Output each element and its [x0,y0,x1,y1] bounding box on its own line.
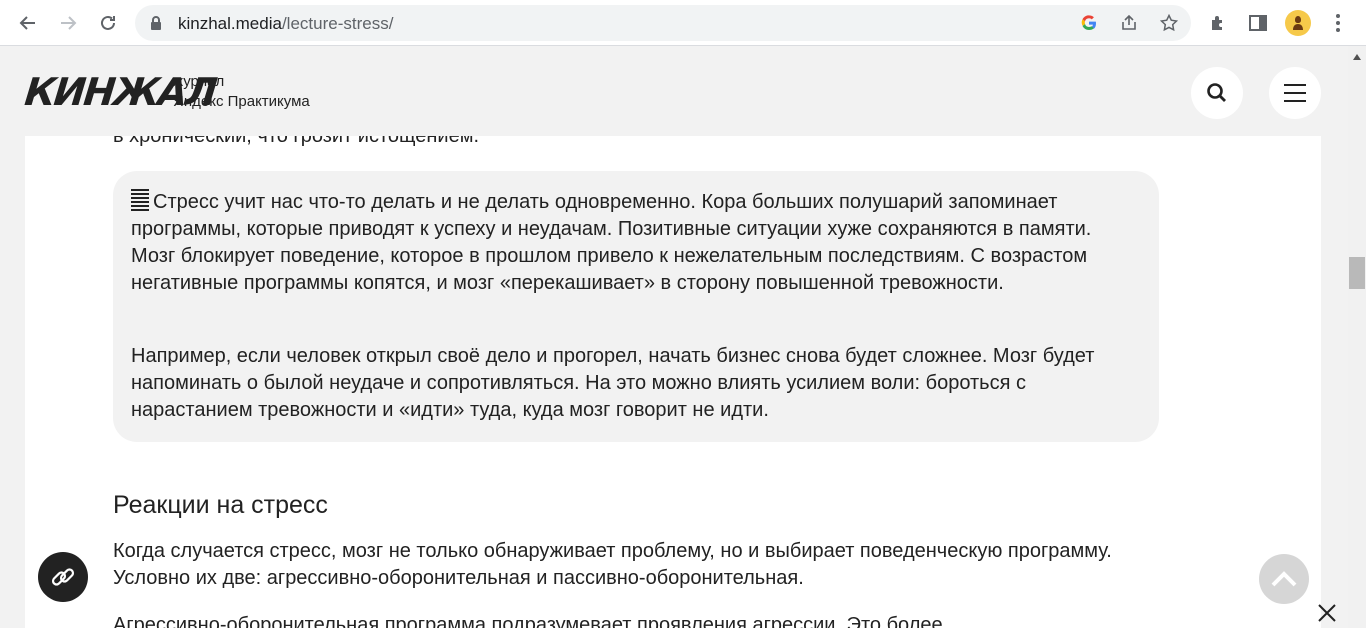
side-panel-icon [1249,15,1267,31]
browser-toolbar: kinzhal.media/lecture-stress/ [0,0,1366,46]
article-paragraph: Когда случается стресс, мозг не только о… [113,540,1112,589]
scroll-up-arrow-icon[interactable] [1353,54,1361,60]
site-header: КИНЖАЛ журнал Яндекс Практикума [0,46,1348,136]
site-subtitle: журнал Яндекс Практикума [173,72,310,112]
browser-menu-button[interactable] [1322,7,1354,39]
profile-button[interactable] [1282,7,1314,39]
link-icon [51,568,75,586]
forward-button[interactable] [52,7,84,39]
callout-paragraph-2: Например, если человек открыл своё дело … [131,345,1095,421]
url-path: /lecture-stress/ [281,14,394,33]
page-scrollbar[interactable] [1348,46,1366,628]
star-icon[interactable] [1157,11,1181,35]
site-subtitle-line-2: Яндекс Практикума [173,93,310,110]
menu-button[interactable] [1269,67,1321,119]
search-button[interactable] [1191,67,1243,119]
copy-link-button[interactable] [38,552,88,602]
avatar [1285,10,1311,36]
scrollbar-thumb[interactable] [1349,257,1365,289]
scroll-to-top-button[interactable] [1259,554,1309,604]
side-panel-button[interactable] [1242,7,1274,39]
close-icon [1318,604,1336,622]
book-icon [131,189,149,211]
site-subtitle-line-1: журнал [173,73,225,90]
forward-arrow-icon [61,16,77,30]
callout-block: Стресс учит нас что-то делать и не делат… [113,171,1159,442]
reload-button[interactable] [92,7,124,39]
section-heading: Реакции на стресс [113,491,328,519]
back-button[interactable] [12,7,44,39]
article-paragraph-cut: Агрессивно-оборонительная программа подр… [113,614,943,628]
extensions-button[interactable] [1202,7,1234,39]
address-bar[interactable]: kinzhal.media/lecture-stress/ [135,5,1191,41]
back-arrow-icon [19,16,35,30]
google-icon[interactable] [1077,11,1101,35]
share-icon[interactable] [1117,11,1141,35]
hamburger-icon [1284,84,1306,102]
search-icon [1207,83,1226,102]
url-text: kinzhal.media/lecture-stress/ [178,14,393,34]
lock-icon [149,15,163,36]
url-host: kinzhal.media [178,14,282,33]
callout-paragraph-1: Стресс учит нас что-то делать и не делат… [131,189,1141,297]
kebab-menu-icon [1336,14,1340,32]
callout-paragraph-1-text: Стресс учит нас что-то делать и не делат… [131,191,1092,294]
puzzle-icon [1212,16,1222,30]
reload-icon [101,15,115,30]
chevron-up-icon [1271,571,1297,587]
close-button[interactable] [1314,600,1340,626]
web-page: в хронический, что грозит истощением. Ст… [0,46,1348,628]
